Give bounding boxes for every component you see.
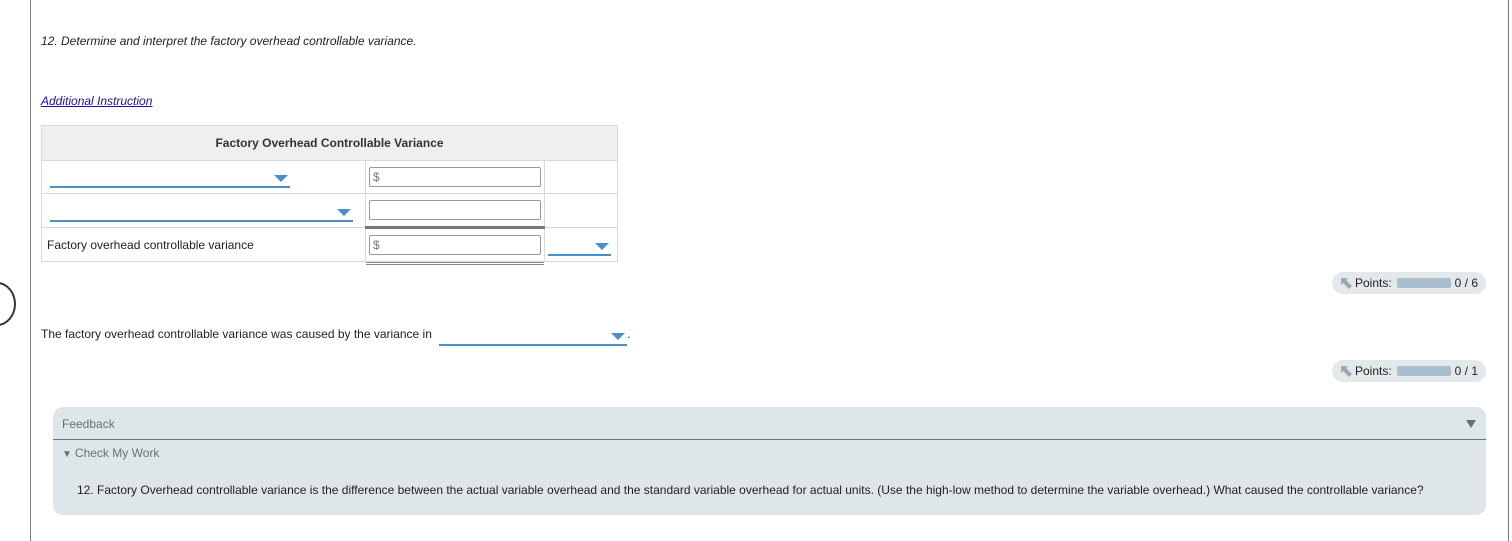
points-label: Points: xyxy=(1355,276,1392,290)
points-value: 0 / 6 xyxy=(1454,276,1478,290)
interpretation-sentence: The factory overhead controllable varian… xyxy=(41,324,631,346)
points-badge-part2: Points: 0 / 1 xyxy=(1332,360,1486,382)
feedback-header: Feedback xyxy=(62,417,115,431)
arrow-up-left-icon xyxy=(1341,366,1352,377)
points-label: Points: xyxy=(1355,364,1392,378)
feedback-text: 12. Factory Overhead controllable varian… xyxy=(77,483,1424,497)
overhead-variance-table: Factory Overhead Controllable Variance $… xyxy=(41,125,618,267)
total-row-label: Factory overhead controllable variance xyxy=(41,227,366,262)
row1-label-dropdown[interactable] xyxy=(50,166,290,188)
triangle-down-icon: ▼ xyxy=(62,449,72,460)
previous-nav-button[interactable] xyxy=(0,282,16,326)
chevron-down-icon xyxy=(595,242,609,250)
feedback-divider xyxy=(53,439,1486,440)
left-border xyxy=(30,0,31,541)
table-row xyxy=(41,193,618,228)
favorable-unfavorable-dropdown[interactable] xyxy=(548,234,611,256)
chevron-down-icon xyxy=(274,175,288,182)
table-title: Factory Overhead Controllable Variance xyxy=(41,125,618,161)
points-progress-bar xyxy=(1397,366,1451,376)
total-amount-input[interactable]: $ xyxy=(369,235,541,255)
collapse-toggle-icon[interactable] xyxy=(1466,420,1476,428)
row2-label-dropdown[interactable] xyxy=(50,200,353,222)
chevron-down-icon xyxy=(337,208,351,216)
check-my-work-toggle[interactable]: ▼ Check My Work xyxy=(62,446,159,460)
question-text: 12. Determine and interpret the factory … xyxy=(41,34,417,48)
chevron-down-icon xyxy=(611,333,626,340)
feedback-panel: Feedback ▼ Check My Work 12. Factory Over… xyxy=(53,407,1486,515)
points-value: 0 / 1 xyxy=(1454,364,1478,378)
row1-amount-input[interactable]: $ xyxy=(369,167,541,187)
points-badge-part1: Points: 0 / 6 xyxy=(1332,272,1486,294)
table-row: $ xyxy=(41,160,618,194)
cause-dropdown[interactable] xyxy=(439,324,628,346)
row2-amount-input[interactable] xyxy=(369,200,541,220)
right-border xyxy=(1508,0,1509,541)
table-row: Factory overhead controllable variance $ xyxy=(41,226,618,267)
points-progress-bar xyxy=(1397,278,1451,288)
additional-instruction-link[interactable]: Additional Instruction xyxy=(41,94,152,108)
arrow-up-left-icon xyxy=(1341,278,1352,289)
